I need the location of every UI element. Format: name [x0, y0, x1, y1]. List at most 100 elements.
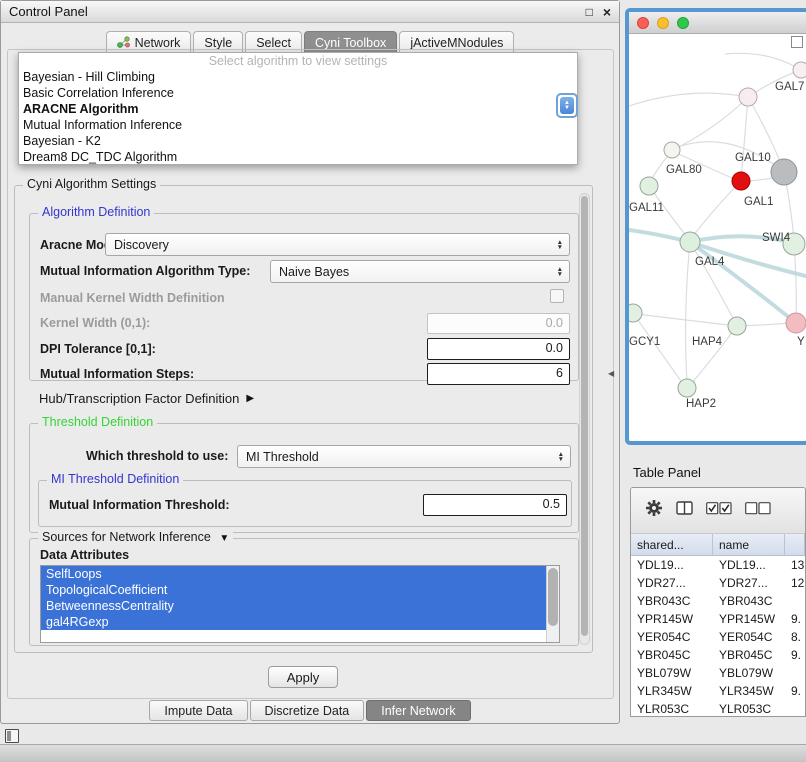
- table-row[interactable]: YLR053C YLR053C: [631, 700, 805, 717]
- group-title: MI Threshold Definition: [47, 472, 183, 486]
- list-scrollbar[interactable]: [546, 566, 559, 642]
- tab-infer-network[interactable]: Infer Network: [366, 700, 470, 721]
- network-node[interactable]: [664, 142, 680, 158]
- mi-steps-field[interactable]: 6: [427, 363, 570, 385]
- mi-threshold-field[interactable]: 0.5: [423, 494, 567, 516]
- table-header-row: shared... name: [631, 534, 805, 556]
- table-row[interactable]: YBL079W YBL079W: [631, 664, 805, 682]
- list-item[interactable]: TopologicalCoefficient: [41, 582, 546, 598]
- hub-transcription-factor-section[interactable]: Hub/Transcription Factor Definition ▶: [39, 391, 254, 406]
- restore-icon[interactable]: □: [586, 6, 593, 18]
- table-row[interactable]: YER054C YER054C 8.: [631, 628, 805, 646]
- manual-kernel-width-checkbox[interactable]: [550, 289, 564, 303]
- network-node[interactable]: [732, 172, 750, 190]
- mi-threshold-label: Mutual Information Threshold:: [49, 498, 230, 512]
- table-row[interactable]: YBR043C YBR043C: [631, 592, 805, 610]
- algorithm-dropdown-popup: Select algorithm to view settings Bayesi…: [18, 52, 578, 165]
- network-canvas[interactable]: GAL7 GAL80 GAL10 GAL1 GAL11 SWI4 GAL4 GC…: [629, 34, 806, 441]
- scrollbar-thumb[interactable]: [581, 196, 588, 636]
- deselect-all-icon[interactable]: [745, 502, 771, 520]
- cell-name: YLR345W: [713, 682, 785, 700]
- apply-button[interactable]: Apply: [268, 666, 338, 688]
- overview-widget[interactable]: [791, 36, 803, 48]
- network-node[interactable]: [728, 317, 746, 335]
- window-title: Control Panel: [9, 4, 576, 19]
- select-all-icon[interactable]: [706, 502, 732, 520]
- minimize-traffic-icon[interactable]: [657, 17, 669, 29]
- table-row[interactable]: YBR045C YBR045C 9.: [631, 646, 805, 664]
- cell-extra: 9.: [785, 610, 805, 628]
- zoom-traffic-icon[interactable]: [677, 17, 689, 29]
- settings-gear-icon[interactable]: [645, 499, 663, 522]
- selected-value: MI Threshold: [246, 450, 319, 464]
- node-label: SWI4: [762, 232, 791, 244]
- algorithm-definition-group: Algorithm Definition Aracne Mode: Discov…: [29, 213, 579, 381]
- network-node[interactable]: [629, 304, 642, 322]
- column-layout-icon[interactable]: [676, 500, 693, 521]
- stepper-arrows-icon: ▲▼: [560, 97, 574, 114]
- table-row[interactable]: YPR145W YPR145W 9.: [631, 610, 805, 628]
- network-view-window: GAL7 GAL80 GAL10 GAL1 GAL11 SWI4 GAL4 GC…: [625, 8, 806, 445]
- node-label: HAP4: [692, 336, 723, 348]
- combo-arrows-icon: ▲▼: [557, 240, 563, 250]
- column-header-name[interactable]: name: [713, 534, 785, 555]
- network-node[interactable]: [771, 159, 797, 185]
- list-item[interactable]: gal4RGexp: [41, 614, 546, 630]
- node-label: GAL80: [666, 164, 702, 176]
- hidden-panel-icon[interactable]: [5, 729, 19, 743]
- list-item[interactable]: BetweennessCentrality: [41, 598, 546, 614]
- tab-label: Select: [256, 36, 291, 50]
- algorithm-option-selected[interactable]: ARACNE Algorithm: [19, 101, 577, 117]
- column-header-extra[interactable]: [785, 534, 805, 555]
- aracne-mode-select[interactable]: Discovery ▲▼: [105, 233, 570, 256]
- sources-title-row[interactable]: Sources for Network Inference ▼: [38, 530, 233, 544]
- splitter-collapse-icon[interactable]: ◀: [608, 369, 614, 378]
- tab-impute-data[interactable]: Impute Data: [149, 700, 247, 721]
- table-body: YDL19... YDL19... 13 YDR27... YDR27... 1…: [631, 556, 805, 717]
- scrollbar-thumb[interactable]: [548, 568, 558, 626]
- which-threshold-select[interactable]: MI Threshold ▲▼: [237, 445, 571, 468]
- cell-name: YBL079W: [713, 664, 785, 682]
- network-node[interactable]: [640, 177, 658, 195]
- cell-shared: YPR145W: [631, 610, 713, 628]
- group-title: Algorithm Definition: [38, 205, 154, 219]
- sources-group: Sources for Network Inference ▼ Data Att…: [29, 538, 579, 646]
- expand-right-icon[interactable]: ▶: [246, 393, 254, 404]
- dpi-tolerance-field[interactable]: 0.0: [427, 338, 570, 360]
- algorithm-combo-stepper-button[interactable]: ▲▼: [556, 93, 578, 118]
- control-panel-titlebar: Control Panel □ ×: [1, 1, 619, 23]
- algorithm-option[interactable]: Mutual Information Inference: [19, 117, 577, 133]
- algorithm-option[interactable]: Dream8 DC_TDC Algorithm: [19, 149, 577, 165]
- close-traffic-icon[interactable]: [637, 17, 649, 29]
- popup-placeholder: Select algorithm to view settings: [19, 53, 577, 69]
- cell-extra: 8.: [785, 628, 805, 646]
- cell-shared: YER054C: [631, 628, 713, 646]
- kernel-width-field[interactable]: 0.0: [427, 313, 570, 334]
- table-row[interactable]: YLR345W YLR345W 9.: [631, 682, 805, 700]
- cell-name: YBR045C: [713, 646, 785, 664]
- attributes-list[interactable]: SelfLoops TopologicalCoefficient Between…: [40, 565, 560, 643]
- table-row[interactable]: YDR27... YDR27... 12: [631, 574, 805, 592]
- table-row[interactable]: YDL19... YDL19... 13: [631, 556, 805, 574]
- tab-label: Style: [204, 36, 232, 50]
- column-header-shared-name[interactable]: shared...: [631, 534, 713, 555]
- mi-algorithm-type-select[interactable]: Naive Bayes ▲▼: [270, 260, 570, 283]
- network-edges: [629, 53, 801, 384]
- network-node[interactable]: [793, 62, 806, 78]
- which-threshold-label: Which threshold to use:: [86, 449, 228, 463]
- algorithm-option[interactable]: Bayesian - Hill Climbing: [19, 69, 577, 85]
- network-node[interactable]: [680, 232, 700, 252]
- close-icon[interactable]: ×: [603, 5, 611, 19]
- tab-discretize-data[interactable]: Discretize Data: [250, 700, 365, 721]
- network-node[interactable]: [678, 379, 696, 397]
- algorithm-option[interactable]: Bayesian - K2: [19, 133, 577, 149]
- settings-scrollbar[interactable]: [579, 193, 590, 645]
- list-item[interactable]: SelfLoops: [41, 566, 546, 582]
- network-node[interactable]: [786, 313, 806, 333]
- collapse-down-icon[interactable]: ▼: [219, 533, 229, 544]
- network-node[interactable]: [739, 88, 757, 106]
- control-panel-window: Control Panel □ × Network Style: [0, 0, 620, 724]
- combo-arrows-icon: ▲▼: [558, 452, 564, 462]
- mi-threshold-definition-group: MI Threshold Definition Mutual Informati…: [38, 480, 572, 527]
- algorithm-option[interactable]: Basic Correlation Inference: [19, 85, 577, 101]
